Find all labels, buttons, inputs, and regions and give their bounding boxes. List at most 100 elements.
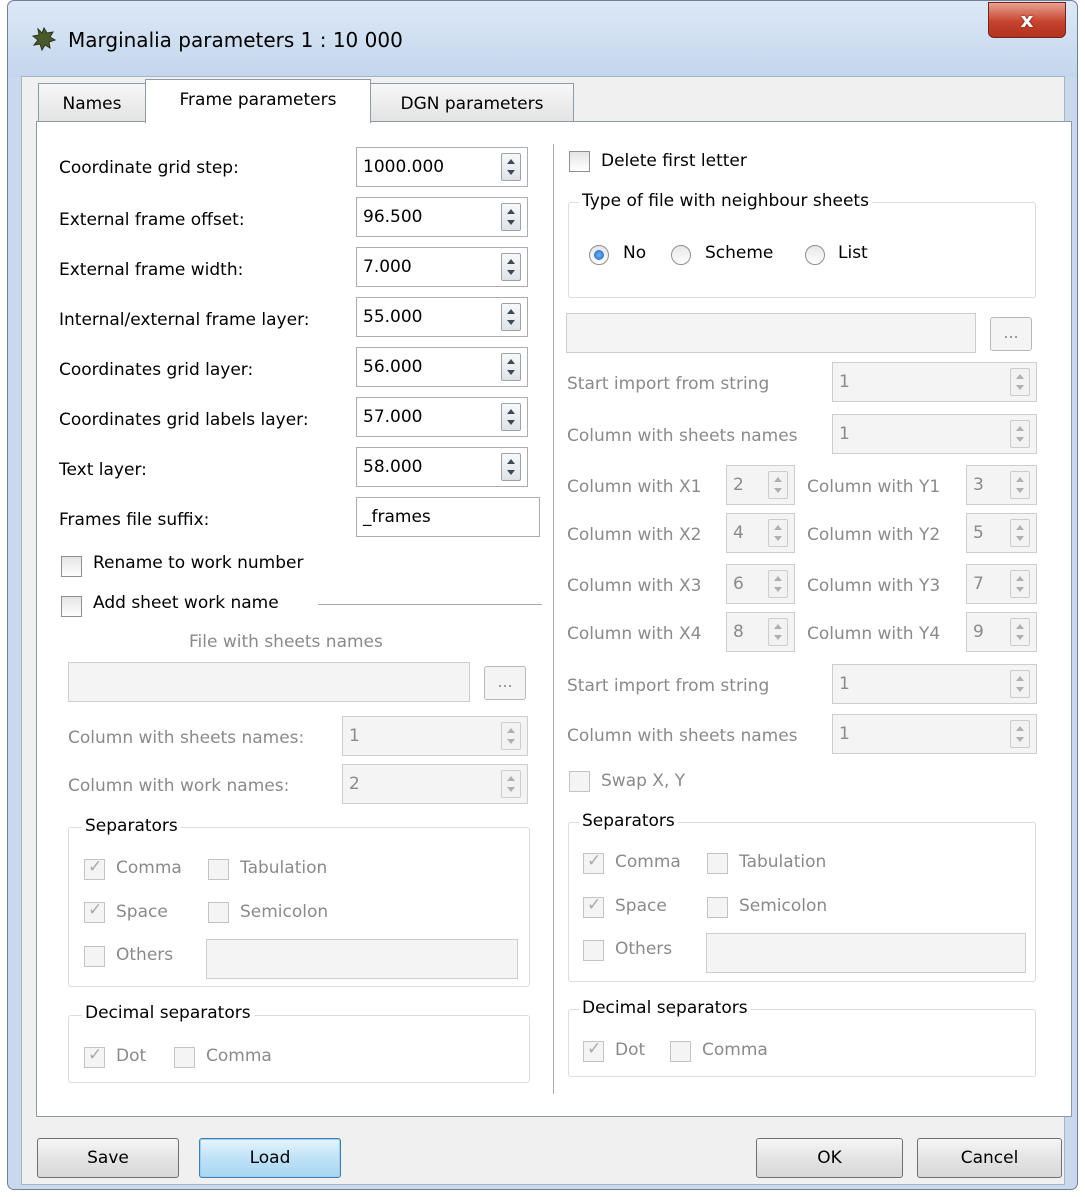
- radio-no[interactable]: [589, 245, 609, 265]
- comma-checkbox-right[interactable]: ✓: [583, 851, 604, 874]
- space-checkbox[interactable]: ✓: [84, 900, 105, 923]
- separators-title: Separators: [82, 816, 181, 836]
- browse-neighbour-button[interactable]: ...: [990, 317, 1032, 351]
- frame-layer-spinbox[interactable]: 55.000: [356, 297, 528, 337]
- tabulation-checkbox-right[interactable]: [707, 853, 728, 874]
- swap-xy-checkbox[interactable]: [569, 771, 590, 792]
- tab-label: Names: [62, 94, 122, 114]
- grid-step-spinbox[interactable]: 1000.000: [356, 147, 528, 187]
- others-checkbox[interactable]: [84, 946, 105, 967]
- close-button[interactable]: x: [988, 2, 1066, 38]
- spin-arrows-icon[interactable]: [768, 618, 788, 646]
- spin-arrows-icon[interactable]: [501, 153, 521, 181]
- spin-arrows-icon[interactable]: [768, 471, 788, 499]
- browse-file-button[interactable]: ...: [484, 666, 526, 700]
- spin-arrows-icon[interactable]: [1010, 670, 1030, 698]
- spin-arrows-icon[interactable]: [1010, 618, 1030, 646]
- rename-checkbox[interactable]: [61, 556, 82, 577]
- col-y1-spinbox[interactable]: 3: [966, 465, 1037, 505]
- col-y2-spinbox[interactable]: 5: [966, 513, 1037, 553]
- dot-checkbox-right[interactable]: ✓: [583, 1039, 604, 1062]
- others-checkbox-right[interactable]: [583, 940, 604, 961]
- col-work-label: Column with work names:: [68, 776, 290, 796]
- col-x3-spinbox[interactable]: 6: [726, 564, 795, 604]
- spin-arrows-icon[interactable]: [501, 722, 521, 750]
- neighbour-file-input[interactable]: [566, 313, 976, 353]
- delete-first-letter-checkbox[interactable]: [569, 151, 590, 172]
- spin-arrows-icon[interactable]: [768, 519, 788, 547]
- ok-button[interactable]: OK: [756, 1138, 903, 1178]
- decimal-comma-checkbox-right[interactable]: [670, 1041, 691, 1062]
- spin-arrows-icon[interactable]: [1010, 720, 1030, 748]
- frame-width-spinbox[interactable]: 7.000: [356, 247, 528, 287]
- spin-arrows-icon[interactable]: [1010, 368, 1030, 396]
- spinbox-value: 1: [839, 724, 850, 744]
- radio-scheme[interactable]: [671, 245, 691, 265]
- radio-list[interactable]: [805, 245, 825, 265]
- tab-frame-parameters[interactable]: Frame parameters: [145, 79, 371, 123]
- comma-checkbox[interactable]: ✓: [84, 857, 105, 880]
- spin-arrows-icon[interactable]: [501, 353, 521, 381]
- col-work-spinbox[interactable]: 2: [342, 764, 528, 804]
- suffix-label: Frames file suffix:: [59, 510, 210, 530]
- col-names-spinbox[interactable]: 1: [832, 414, 1037, 454]
- grid-labels-layer-spinbox[interactable]: 57.000: [356, 397, 528, 437]
- tabulation-checkbox[interactable]: [208, 859, 229, 880]
- radio-scheme-label: Scheme: [705, 243, 774, 263]
- dot-label-right: Dot: [615, 1040, 646, 1060]
- spin-arrows-icon[interactable]: [768, 570, 788, 598]
- tabulation-label-right: Tabulation: [739, 852, 827, 872]
- decimal-comma-checkbox[interactable]: [174, 1047, 195, 1068]
- spinbox-value: 7: [973, 574, 984, 594]
- save-button[interactable]: Save: [37, 1138, 179, 1178]
- semicolon-checkbox-right[interactable]: [707, 897, 728, 918]
- col-x4-spinbox[interactable]: 8: [726, 612, 795, 652]
- tab-names[interactable]: Names: [38, 83, 146, 123]
- others-input-right[interactable]: [706, 933, 1026, 973]
- text-layer-spinbox[interactable]: 58.000: [356, 447, 528, 487]
- frame-offset-spinbox[interactable]: 96.500: [356, 197, 528, 237]
- spin-arrows-icon[interactable]: [501, 770, 521, 798]
- start-import-spinbox[interactable]: 1: [832, 362, 1037, 402]
- field-label: External frame offset:: [59, 210, 245, 230]
- spin-arrows-icon[interactable]: [1010, 420, 1030, 448]
- col-names2-spinbox[interactable]: 1: [832, 714, 1037, 754]
- spin-arrows-icon[interactable]: [501, 253, 521, 281]
- comma-label-right: Comma: [615, 852, 681, 872]
- semicolon-checkbox[interactable]: [208, 902, 229, 923]
- dot-checkbox[interactable]: ✓: [84, 1045, 105, 1068]
- suffix-input[interactable]: _frames: [356, 497, 540, 537]
- add-sheet-name-checkbox[interactable]: [61, 596, 82, 617]
- spin-arrows-icon[interactable]: [1010, 471, 1030, 499]
- grid-layer-spinbox[interactable]: 56.000: [356, 347, 528, 387]
- spin-arrows-icon[interactable]: [501, 403, 521, 431]
- spin-arrows-icon[interactable]: [1010, 519, 1030, 547]
- col-y3-spinbox[interactable]: 7: [966, 564, 1037, 604]
- spinbox-value: 55.000: [363, 307, 423, 327]
- spin-arrows-icon[interactable]: [501, 303, 521, 331]
- tab-dgn-parameters[interactable]: DGN parameters: [370, 83, 574, 123]
- col-y4-spinbox[interactable]: 9: [966, 612, 1037, 652]
- check-icon: ✓: [587, 1039, 602, 1059]
- col-x2-spinbox[interactable]: 4: [726, 513, 795, 553]
- col-sheets-spinbox[interactable]: 1: [342, 716, 528, 756]
- spinbox-value: 3: [973, 475, 984, 495]
- check-icon: ✓: [88, 900, 103, 920]
- start-import2-spinbox[interactable]: 1: [832, 664, 1037, 704]
- load-button[interactable]: Load: [199, 1138, 341, 1178]
- delete-first-letter-label: Delete first letter: [601, 151, 747, 171]
- space-checkbox-right[interactable]: ✓: [583, 895, 604, 918]
- file-sheets-label: File with sheets names: [189, 632, 383, 652]
- spin-arrows-icon[interactable]: [1010, 570, 1030, 598]
- window-title: Marginalia parameters 1 : 10 000: [68, 28, 403, 52]
- spin-arrows-icon[interactable]: [501, 453, 521, 481]
- col-x1-spinbox[interactable]: 2: [726, 465, 795, 505]
- decimal-comma-label: Comma: [206, 1046, 272, 1066]
- others-input[interactable]: [206, 939, 518, 979]
- field-label: Coordinates grid layer:: [59, 360, 254, 380]
- cancel-button[interactable]: Cancel: [917, 1138, 1062, 1178]
- save-label: Save: [87, 1148, 129, 1168]
- swap-xy-label: Swap X, Y: [601, 771, 686, 791]
- spin-arrows-icon[interactable]: [501, 203, 521, 231]
- sheets-file-input[interactable]: [68, 662, 470, 702]
